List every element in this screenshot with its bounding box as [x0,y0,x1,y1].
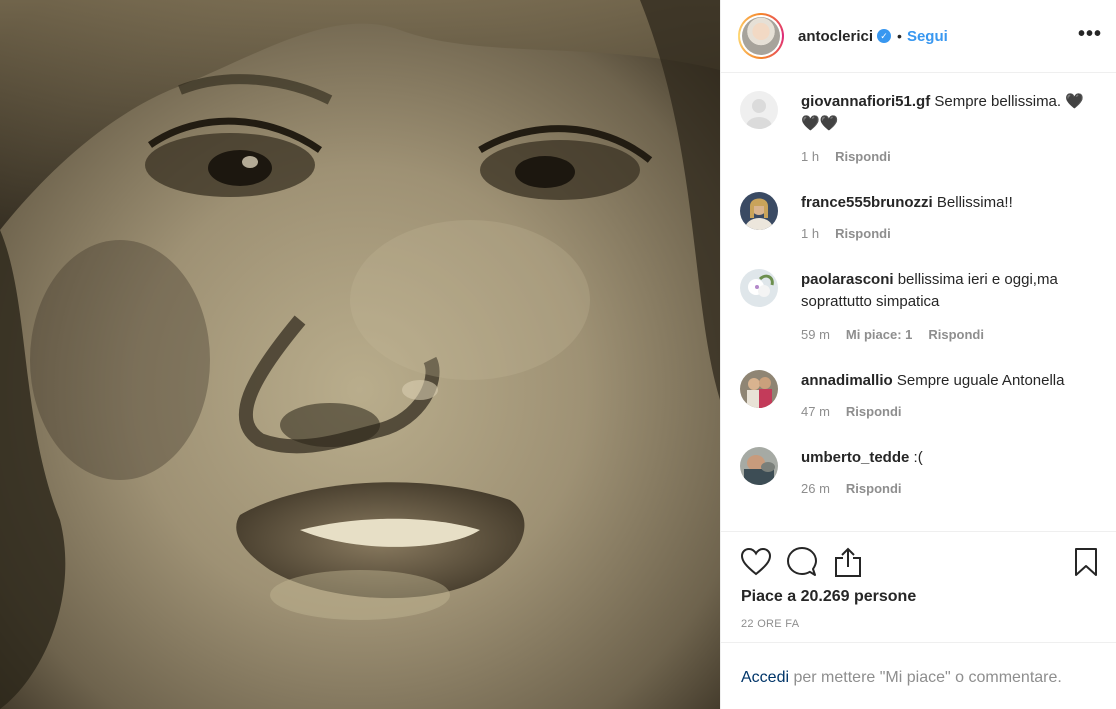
comment-text: paolarasconi bellissima ieri e oggi,ma s… [801,269,1096,313]
verified-badge-icon: ✓ [877,29,892,43]
comment-body: :( [913,449,923,466]
likes-count[interactable]: Piace a 20.269 persone [741,588,916,606]
comment-item: france555brunozzi Bellissima!! 1 h Rispo… [721,192,1116,241]
comment-avatar[interactable] [740,91,778,129]
comment-avatar[interactable] [740,269,778,307]
comment-avatar[interactable] [740,370,778,408]
reply-button[interactable]: Rispondi [846,404,902,419]
comment-icon[interactable] [786,546,818,578]
comment-text: umberto_tedde :( [801,447,1096,469]
comment-avatar[interactable] [740,192,778,230]
comment-meta: 1 h Rispondi [801,149,1096,164]
more-options-icon[interactable]: ••• [1078,24,1102,44]
heart-icon[interactable] [740,546,772,578]
bookmark-icon[interactable] [1070,546,1102,578]
reply-button[interactable]: Rispondi [835,149,891,164]
comment-username[interactable]: paolarasconi [801,271,894,288]
reply-button[interactable]: Rispondi [928,327,984,342]
login-prompt: Accedi per mettere "Mi piace" o commenta… [721,642,1116,709]
comment-time[interactable]: 1 h [801,149,819,164]
comment-time[interactable]: 47 m [801,404,830,419]
comment-meta: 47 m Rispondi [801,404,1096,419]
post-side-panel: antoclerici ✓ • Segui ••• giovannafiori5… [720,0,1116,709]
comment-username[interactable]: france555brunozzi [801,194,933,211]
comment-username[interactable]: giovannafiori51.gf [801,93,930,110]
comment-item: giovannafiori51.gf Sempre bellissima. 🖤🖤… [721,91,1116,164]
post-photo[interactable] [0,0,720,709]
comment-meta: 59 m Mi piace: 1 Rispondi [801,327,1096,342]
comment-time[interactable]: 1 h [801,226,819,241]
owner-avatar[interactable] [738,13,784,59]
comment-time[interactable]: 59 m [801,327,830,342]
reply-button[interactable]: Rispondi [846,481,902,496]
comment-text: giovannafiori51.gf Sempre bellissima. 🖤🖤… [801,91,1096,135]
action-icons [740,546,878,578]
comments-list[interactable]: giovannafiori51.gf Sempre bellissima. 🖤🖤… [721,74,1116,531]
comment-username[interactable]: umberto_tedde [801,449,909,466]
comment-username[interactable]: annadimallio [801,372,893,389]
post-timestamp[interactable]: 22 ORE FA [741,618,799,630]
comment-text: annadimallio Sempre uguale Antonella [801,370,1096,392]
comment-likes[interactable]: Mi piace: 1 [846,327,912,342]
login-link[interactable]: Accedi [741,669,789,686]
comment-meta: 1 h Rispondi [801,226,1096,241]
comment-meta: 26 m Rispondi [801,481,1096,496]
owner-username[interactable]: antoclerici [798,28,873,45]
follow-button[interactable]: Segui [907,28,948,45]
post-header: antoclerici ✓ • Segui ••• [721,0,1116,73]
comment-item: umberto_tedde :( 26 m Rispondi [721,447,1116,496]
reply-button[interactable]: Rispondi [835,226,891,241]
share-icon[interactable] [832,546,864,578]
comment-body: Sempre uguale Antonella [896,372,1065,389]
comment-text: france555brunozzi Bellissima!! [801,192,1096,214]
comment-item: paolarasconi bellissima ieri e oggi,ma s… [721,269,1116,342]
login-prompt-text: per mettere "Mi piace" o commentare. [789,669,1062,686]
comment-avatar[interactable] [740,447,778,485]
comment-item: annadimallio Sempre uguale Antonella 47 … [721,370,1116,419]
comment-body: Bellissima!! [936,194,1013,211]
post-actions: Piace a 20.269 persone 22 ORE FA Accedi … [721,531,1116,709]
comment-time[interactable]: 26 m [801,481,830,496]
portrait-image [0,0,720,709]
separator-dot: • [897,28,902,44]
